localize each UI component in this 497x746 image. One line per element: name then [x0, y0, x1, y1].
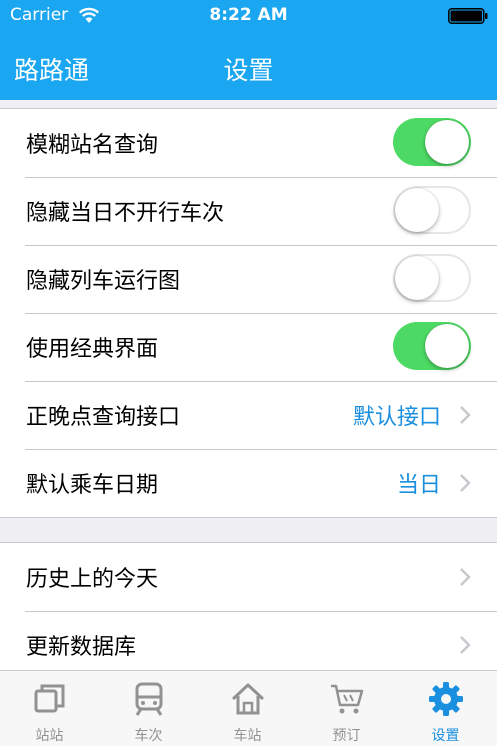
- hide-train-diagram-toggle[interactable]: [393, 254, 471, 302]
- toggle-knob: [425, 324, 469, 368]
- chevron-right-icon: [460, 474, 471, 492]
- settings-group-extras: 历史上的今天 更新数据库: [0, 542, 497, 680]
- setting-row-default-travel-date[interactable]: 默认乘车日期 当日: [0, 449, 497, 517]
- tab-label: 设置: [431, 728, 460, 744]
- fuzzy-station-search-toggle[interactable]: [393, 118, 471, 166]
- setting-label: 隐藏列车运行图: [26, 269, 181, 294]
- toggle-knob: [395, 188, 439, 232]
- setting-label: 更新数据库: [26, 635, 137, 660]
- setting-label: 默认乘车日期: [26, 473, 159, 498]
- setting-row-history-today[interactable]: 历史上的今天: [0, 543, 497, 611]
- tab-station-to-station[interactable]: 站站: [0, 671, 99, 746]
- cart-icon: [331, 684, 364, 714]
- tab-booking[interactable]: 预订: [297, 671, 396, 746]
- setting-label: 隐藏当日不开行车次: [26, 201, 225, 226]
- tab-label: 车站: [233, 728, 262, 744]
- page-title: 设置: [223, 56, 274, 85]
- setting-value: 默认接口: [352, 405, 441, 430]
- tab-train-number[interactable]: 车次: [99, 671, 198, 746]
- setting-label: 历史上的今天: [26, 567, 159, 592]
- gear-icon: [429, 682, 463, 716]
- toggle-knob: [425, 120, 469, 164]
- train-icon: [135, 682, 163, 716]
- setting-row-fuzzy-station-search: 模糊站名查询: [0, 109, 497, 177]
- setting-row-hide-non-running-trains: 隐藏当日不开行车次: [0, 177, 497, 245]
- copy-icon: [34, 684, 65, 713]
- battery-icon: [448, 8, 488, 24]
- setting-label: 模糊站名查询: [26, 133, 159, 158]
- status-bar: Carrier 8:22 AM: [0, 0, 497, 32]
- tab-station[interactable]: 车站: [198, 671, 297, 746]
- toggle-knob: [395, 256, 439, 300]
- chevron-right-icon: [460, 568, 471, 586]
- tab-label: 站站: [35, 728, 64, 744]
- setting-label: 正晚点查询接口: [26, 405, 181, 430]
- hide-non-running-trains-toggle[interactable]: [393, 186, 471, 234]
- setting-row-update-database[interactable]: 更新数据库: [0, 611, 497, 679]
- setting-label: 使用经典界面: [26, 337, 159, 362]
- tab-label: 车次: [134, 728, 163, 744]
- tab-settings[interactable]: 设置: [396, 671, 495, 746]
- tab-bar: 站站 车次 车站 预订 设置: [0, 670, 497, 746]
- setting-value: 当日: [396, 473, 441, 498]
- home-icon: [231, 683, 265, 715]
- setting-row-hide-train-diagram: 隐藏列车运行图: [0, 245, 497, 313]
- chevron-right-icon: [460, 636, 471, 654]
- tab-label: 预订: [332, 728, 361, 744]
- setting-row-classic-interface: 使用经典界面: [0, 313, 497, 381]
- classic-interface-toggle[interactable]: [393, 322, 471, 370]
- settings-group-preferences: 模糊站名查询 隐藏当日不开行车次 隐藏列车运行图 使用经典界面 正晚点查询接口 …: [0, 108, 497, 518]
- status-time: 8:22 AM: [209, 5, 288, 25]
- navigation-bar: 路路通 设置: [0, 32, 497, 100]
- chevron-right-icon: [460, 406, 471, 424]
- setting-row-delay-query-api[interactable]: 正晚点查询接口 默认接口: [0, 381, 497, 449]
